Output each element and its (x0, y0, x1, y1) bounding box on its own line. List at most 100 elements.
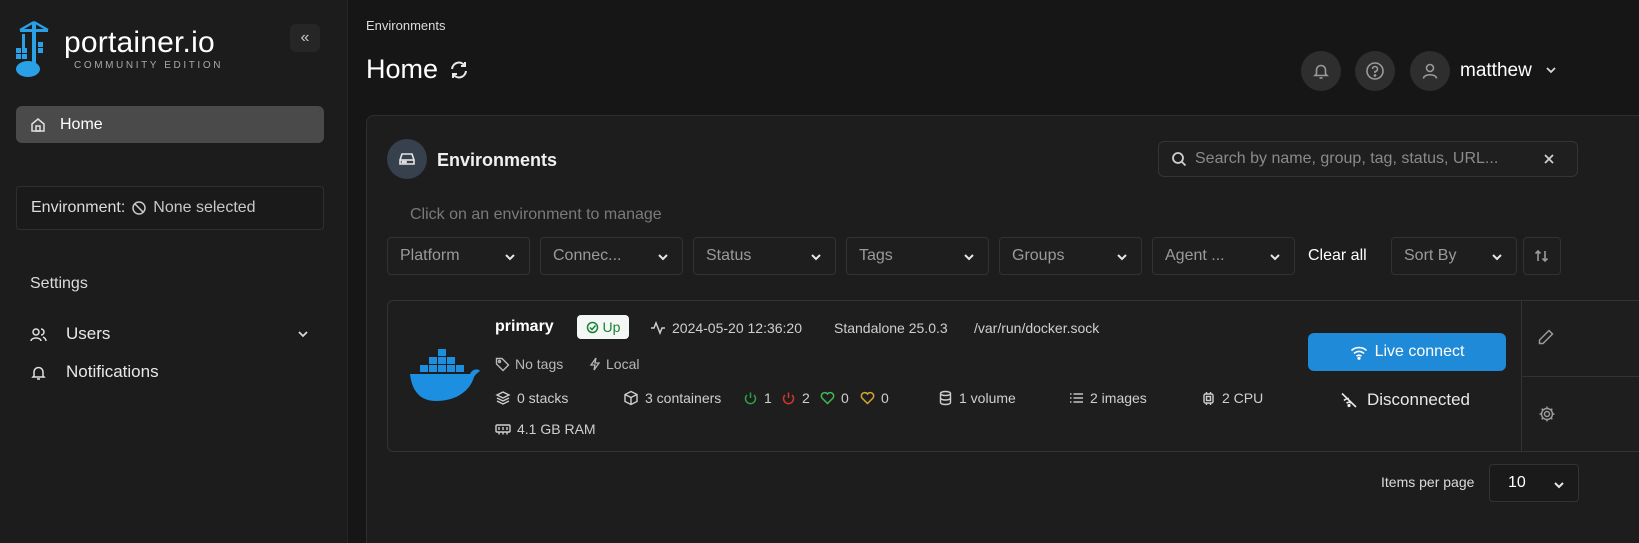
chevron-down-icon[interactable] (296, 327, 310, 341)
sort-order-button[interactable] (1523, 237, 1561, 275)
sidebar: portainer.io COMMUNITY EDITION « Home En… (0, 0, 348, 543)
sidebar-item-label: Notifications (66, 362, 159, 381)
heart-icon (860, 391, 875, 405)
filter-label: Connec... (553, 247, 622, 264)
heartbeat-time: 2024-05-20 12:36:20 (672, 320, 802, 336)
filter-label: Groups (1012, 247, 1065, 264)
page-title-text: Home (366, 54, 439, 84)
stopped-value: 2 (802, 390, 810, 406)
portainer-logo[interactable]: portainer.io COMMUNITY EDITION (14, 20, 223, 78)
filter-status[interactable]: Status (693, 237, 836, 275)
check-circle-icon (586, 321, 598, 333)
search-icon (1172, 152, 1187, 167)
items-per-page-value: 10 (1508, 474, 1526, 491)
environment-value: None selected (153, 199, 256, 216)
ban-icon (132, 201, 147, 215)
volumes-count: 1 volume (938, 390, 1016, 406)
sidebar-item-notifications[interactable]: Notifications (30, 362, 310, 382)
power-off-icon (782, 392, 795, 404)
filter-tags[interactable]: Tags (846, 237, 989, 275)
sidebar-item-home[interactable]: Home (16, 106, 324, 143)
chevron-down-icon (1492, 254, 1502, 261)
containers-count: 3 containers (623, 390, 721, 406)
filter-label: Platform (400, 247, 460, 264)
users-icon (30, 327, 47, 341)
stopped-count: 2 (781, 390, 810, 406)
help-circle-icon (1366, 62, 1384, 80)
page-title: Home (366, 54, 470, 85)
images-count: 2 images (1069, 390, 1147, 406)
filter-label: Status (706, 247, 752, 264)
location: Local (589, 356, 639, 372)
filter-agent[interactable]: Agent ... (1152, 237, 1295, 275)
search-placeholder: Search by name, group, tag, status, URL.… (1195, 150, 1499, 167)
stacks-text: 0 stacks (517, 390, 569, 406)
chevron-down-icon[interactable] (1544, 63, 1558, 77)
settings-heading: Settings (30, 275, 88, 292)
edit-icon[interactable] (1537, 328, 1555, 346)
user-avatar[interactable] (1410, 51, 1450, 91)
help-button[interactable] (1355, 51, 1395, 91)
breadcrumb[interactable]: Environments (366, 18, 445, 33)
filter-groups[interactable]: Groups (999, 237, 1142, 275)
refresh-icon[interactable] (448, 59, 470, 81)
panel-title: Environments (437, 150, 558, 170)
close-icon[interactable] (1541, 151, 1557, 167)
sort-by-label: Sort By (1404, 247, 1457, 264)
layers-icon (495, 391, 511, 405)
environment-selector[interactable]: Environment: None selected (16, 186, 324, 230)
heartbeat: 2024-05-20 12:36:20 (650, 320, 802, 336)
environment-card[interactable]: primary Up 2024-05-20 12:36:20 Standalon… (387, 300, 1639, 452)
filter-platform[interactable]: Platform (387, 237, 530, 275)
chevron-down-icon (1554, 482, 1564, 489)
user-icon (1422, 63, 1438, 79)
main-content: Environments Home matthew Environments S… (348, 0, 1639, 543)
healthy-count: 0 (820, 390, 849, 406)
cpu-text: 2 CPU (1222, 390, 1264, 406)
containers-text: 3 containers (645, 390, 722, 406)
search-input[interactable]: Search by name, group, tag, status, URL.… (1158, 141, 1578, 177)
tags: No tags (495, 356, 563, 372)
running-value: 1 (764, 390, 772, 406)
live-connect-label: Live connect (1374, 343, 1465, 360)
database-icon (939, 390, 952, 406)
volumes-text: 1 volume (959, 390, 1016, 406)
brand-edition: COMMUNITY EDITION (74, 59, 224, 71)
filter-label: Agent ... (1165, 247, 1225, 264)
panel-icon (387, 139, 427, 179)
collapse-sidebar-button[interactable]: « (290, 24, 320, 52)
healthy-value: 0 (841, 390, 849, 406)
filter-label: Tags (859, 247, 893, 264)
ram-text: 4.1 GB RAM (517, 421, 596, 437)
power-icon (744, 392, 757, 404)
chevron-down-icon (811, 254, 821, 261)
hint-text: Click on an environment to manage (410, 206, 662, 223)
status-text: Up (602, 319, 621, 335)
heart-icon (820, 391, 835, 405)
running-count: 1 (743, 390, 772, 406)
filter-connection[interactable]: Connec... (540, 237, 683, 275)
chevron-down-icon (964, 254, 974, 261)
unhealthy-value: 0 (881, 390, 889, 406)
gear-icon[interactable] (1538, 405, 1556, 423)
sort-by-select[interactable]: Sort By (1391, 237, 1517, 275)
username[interactable]: matthew (1460, 60, 1532, 82)
items-per-page-select[interactable]: 10 (1489, 464, 1579, 502)
sidebar-item-users[interactable]: Users (30, 324, 310, 344)
images-text: 2 images (1090, 390, 1147, 406)
chevron-down-icon (1270, 254, 1280, 261)
items-per-page-label: Items per page (1381, 474, 1475, 490)
activity-icon (651, 321, 665, 335)
notifications-button[interactable] (1301, 51, 1341, 91)
clear-all-button[interactable]: Clear all (1308, 247, 1367, 265)
unhealthy-count: 0 (860, 390, 889, 406)
location-text: Local (606, 356, 640, 372)
cpu-icon (1203, 391, 1214, 405)
live-connect-button[interactable]: Live connect (1308, 333, 1506, 371)
memory-icon (495, 424, 511, 435)
environments-panel: Environments Search by name, group, tag,… (366, 115, 1639, 543)
bell-icon (31, 366, 46, 380)
environment-type: Standalone 25.0.3 (834, 320, 948, 336)
ram-amount: 4.1 GB RAM (495, 421, 596, 437)
environment-name[interactable]: primary (495, 318, 554, 336)
